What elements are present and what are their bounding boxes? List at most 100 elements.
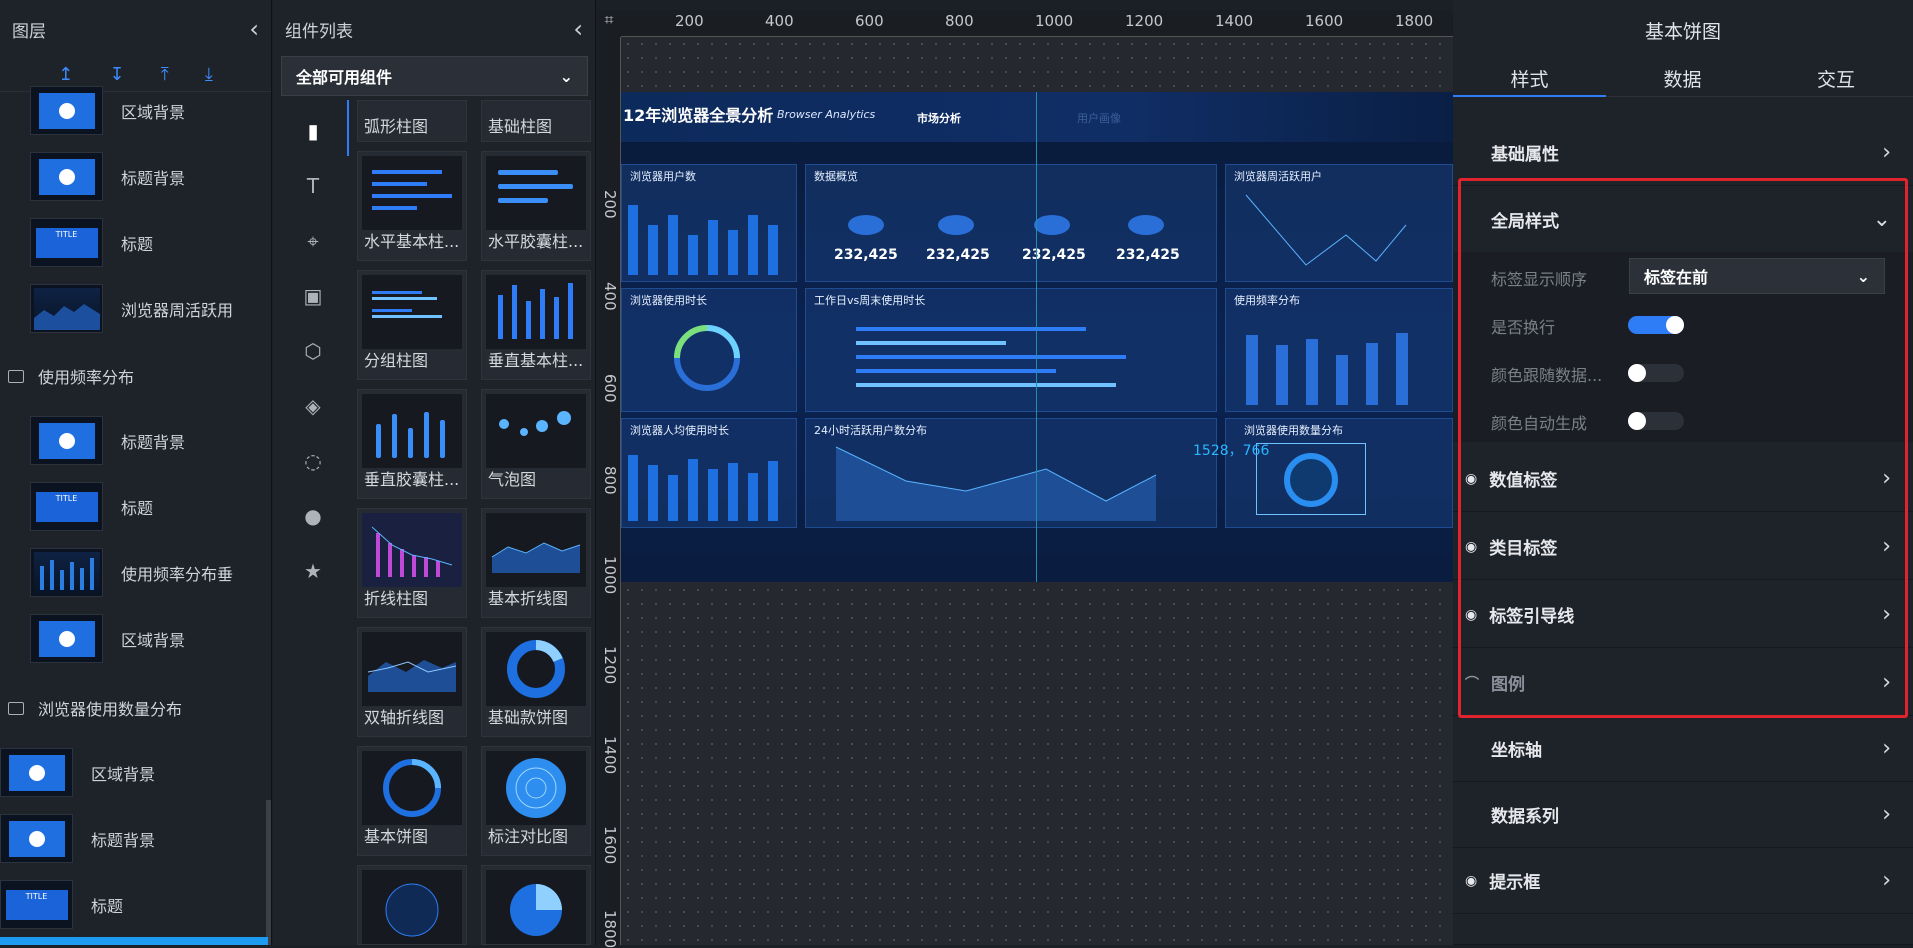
ruler-top: 200 400 600 800 1000 1200 1400 1600 1800 xyxy=(597,10,1453,37)
panel-weekday-weekend: 工作日vs周末使用时长 xyxy=(805,288,1217,412)
star-icon[interactable]: ★ xyxy=(303,561,323,581)
tab-style[interactable]: 样式 xyxy=(1453,60,1606,96)
media-icon[interactable]: ▣ xyxy=(303,286,323,306)
collapse-icon[interactable]: ‹ xyxy=(249,15,259,43)
layer-thumbnail xyxy=(30,614,103,663)
section-tooltip[interactable]: ◉ 提示框 › xyxy=(1453,848,1913,914)
guide-line xyxy=(1036,92,1037,582)
layer-label: 标题背景 xyxy=(121,432,186,452)
filter-value: 全部可用组件 xyxy=(296,68,393,87)
chevron-down-icon: ⌄ xyxy=(559,66,573,86)
layer-item[interactable]: 标题背景 xyxy=(30,416,185,465)
layer-thumbnail xyxy=(0,748,73,797)
component-card[interactable]: 标注对比图 xyxy=(481,746,591,856)
group-label: 使用频率分布 xyxy=(38,368,135,387)
section-basic[interactable]: 基础属性 › xyxy=(1453,120,1913,186)
component-card[interactable]: 折线柱图 xyxy=(357,508,467,618)
layer-item[interactable]: TITLE 标题 xyxy=(0,880,123,929)
panel-frequency: 使用频率分布 xyxy=(1225,288,1453,412)
component-card[interactable]: 水平基本柱... xyxy=(357,151,467,261)
component-card[interactable]: 基本折线图 xyxy=(481,508,591,618)
dashboard-preview[interactable]: 12年浏览器全景分析 Browser Analytics 市场分析 用户画像 浏… xyxy=(621,92,1453,582)
selected-layer-bar[interactable] xyxy=(0,937,268,945)
layer-label: 标题 xyxy=(121,234,154,254)
layers-header: 图层 ‹ xyxy=(0,0,271,58)
layer-thumbnail: TITLE xyxy=(30,482,103,531)
component-card[interactable]: 气泡图 xyxy=(481,389,591,499)
layer-thumbnail xyxy=(30,548,103,597)
section-series[interactable]: 数据系列 › xyxy=(1453,782,1913,848)
highlight-box xyxy=(1458,178,1908,718)
folder-icon xyxy=(8,369,24,383)
nav-users[interactable]: 用户画像 xyxy=(1077,110,1121,126)
layer-item[interactable]: TITLE 标题 xyxy=(30,218,153,267)
active-tab-indicator xyxy=(1453,95,1606,97)
layer-item[interactable]: 浏览器周活跃用 xyxy=(30,284,233,333)
layer-thumbnail xyxy=(30,416,103,465)
move-down-icon[interactable]: ↧ xyxy=(109,64,124,85)
map-pin-icon[interactable]: ⌖ xyxy=(303,231,323,251)
tab-data[interactable]: 数据 xyxy=(1606,60,1759,96)
layer-label: 标题背景 xyxy=(121,168,186,188)
chevron-right-icon: › xyxy=(1882,140,1891,165)
layer-label: 使用频率分布垂 xyxy=(121,564,234,584)
component-card[interactable]: 基础款饼图 xyxy=(481,627,591,737)
layer-item[interactable]: 区域背景 xyxy=(30,614,185,663)
move-up-icon[interactable]: ↥ xyxy=(58,64,73,85)
kpi-value: 232,425 xyxy=(1022,247,1086,263)
misc-icon[interactable]: ◈ xyxy=(303,396,323,416)
dashboard-subtitle: Browser Analytics xyxy=(777,108,876,121)
layer-thumbnail: TITLE xyxy=(0,880,73,929)
layer-item[interactable]: TITLE 标题 xyxy=(30,482,153,531)
chevron-right-icon: › xyxy=(1882,868,1891,893)
layers-scrollbar[interactable] xyxy=(266,800,271,945)
components-header: 组件列表 ‹ xyxy=(273,0,595,58)
layer-item[interactable]: 使用频率分布垂 xyxy=(30,548,233,597)
layer-item[interactable]: 区域背景 xyxy=(30,86,185,135)
component-filter-select[interactable]: 全部可用组件 ⌄ xyxy=(281,56,588,96)
ruler-left: 200 400 600 800 1000 1200 1400 1600 1800 xyxy=(597,10,621,948)
component-card[interactable] xyxy=(481,865,591,945)
component-card[interactable]: 水平胶囊柱... xyxy=(481,151,591,261)
layer-item[interactable]: 标题背景 xyxy=(0,814,155,863)
move-top-icon[interactable]: ⤒ xyxy=(161,64,169,85)
section-more[interactable] xyxy=(1453,914,1913,945)
layer-thumbnail: TITLE xyxy=(30,218,103,267)
circle-icon[interactable]: ◌ xyxy=(303,451,323,471)
layer-thumbnail xyxy=(0,814,73,863)
cube-icon[interactable]: ⬡ xyxy=(303,341,323,361)
component-card[interactable]: 垂直基本柱... xyxy=(481,270,591,380)
layer-label: 区域背景 xyxy=(121,630,186,650)
category-active-indicator xyxy=(347,100,349,156)
layer-label: 标题 xyxy=(121,498,154,518)
user-icon[interactable]: ● xyxy=(303,506,323,526)
bar-chart-icon[interactable]: ▮ xyxy=(303,121,323,141)
panel-weekly-active: 浏览器周活跃用户 xyxy=(1225,164,1453,282)
text-icon[interactable]: T xyxy=(303,176,323,196)
layer-group[interactable]: 浏览器使用数量分布 xyxy=(8,696,182,720)
kpi-value: 232,425 xyxy=(834,247,898,263)
panel-usage-time: 浏览器使用时长 xyxy=(621,288,797,412)
move-bottom-icon[interactable]: ⤓ xyxy=(205,64,213,85)
ruler-corner-icon[interactable]: ⌗ xyxy=(597,10,621,37)
component-card[interactable]: 分组柱图 xyxy=(357,270,467,380)
components-title: 组件列表 xyxy=(285,21,353,42)
tab-interaction[interactable]: 交互 xyxy=(1759,60,1913,96)
section-axis[interactable]: 坐标轴 › xyxy=(1453,716,1913,782)
layer-item[interactable]: 区域背景 xyxy=(0,748,155,797)
component-card[interactable]: 基本饼图 xyxy=(357,746,467,856)
component-card[interactable]: 弧形柱图 xyxy=(357,100,467,142)
component-card[interactable]: 基础柱图 xyxy=(481,100,591,142)
component-card[interactable] xyxy=(357,865,467,945)
dashboard-title: 12年浏览器全景分析 xyxy=(623,106,774,125)
layer-item[interactable]: 标题背景 xyxy=(30,152,185,201)
layer-group[interactable]: 使用频率分布 xyxy=(8,364,134,388)
nav-market[interactable]: 市场分析 xyxy=(917,110,961,126)
group-label: 浏览器使用数量分布 xyxy=(38,700,183,719)
component-card[interactable]: 双轴折线图 xyxy=(357,627,467,737)
panel-avg-usage: 浏览器人均使用时长 xyxy=(621,418,797,528)
collapse-icon[interactable]: ‹ xyxy=(573,15,583,43)
component-card[interactable]: 垂直胶囊柱... xyxy=(357,389,467,499)
eye-icon: ◉ xyxy=(1465,872,1478,889)
chevron-right-icon: › xyxy=(1882,736,1891,761)
